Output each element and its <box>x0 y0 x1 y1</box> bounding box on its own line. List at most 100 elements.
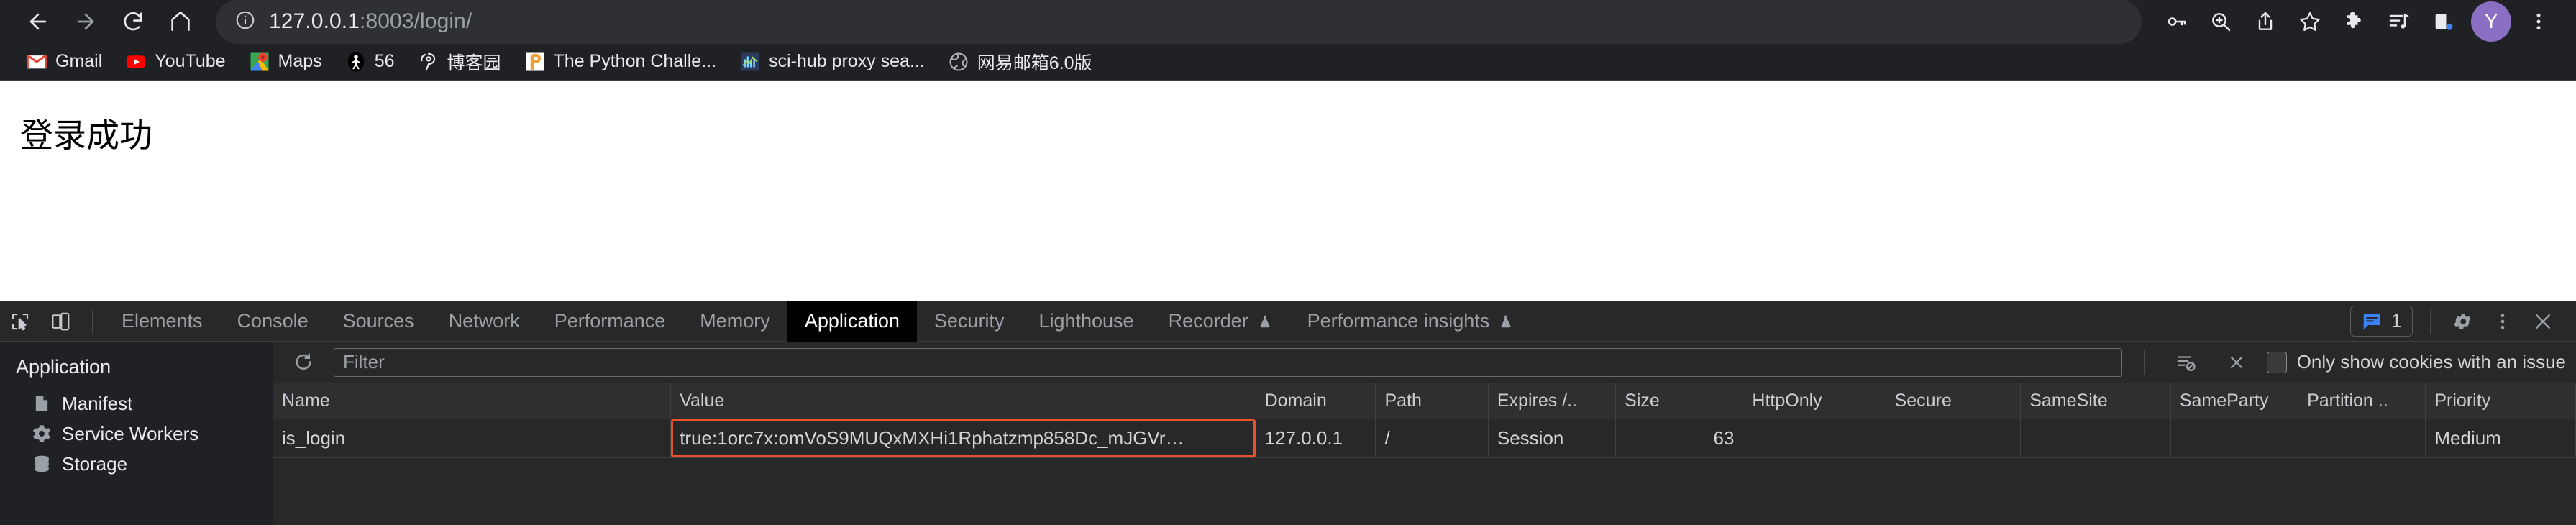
cookies-pane: Only show cookies with an issue Name Val… <box>273 342 2576 525</box>
application-sidebar: Application Manifest Service Workers Sto… <box>0 342 273 525</box>
tab-network[interactable]: Network <box>431 301 537 342</box>
cell-domain[interactable]: 127.0.0.1 <box>1256 419 1376 458</box>
bookmark-label: 网易邮箱6.0版 <box>977 52 1092 73</box>
tab-lighthouse[interactable]: Lighthouse <box>1021 301 1151 342</box>
column-header-secure[interactable]: Secure <box>1886 383 2022 419</box>
password-key-icon[interactable] <box>2155 0 2198 43</box>
cell-size[interactable]: 63 <box>1615 419 1744 458</box>
tab-security[interactable]: Security <box>917 301 1022 342</box>
issues-badge[interactable]: 1 <box>2349 306 2413 337</box>
tab-sources[interactable]: Sources <box>326 301 431 342</box>
column-header-samesite[interactable]: SameSite <box>2020 383 2171 419</box>
column-header-priority[interactable]: Priority <box>2425 383 2576 419</box>
cell-path[interactable]: / <box>1375 419 1489 458</box>
url-path: :8003/login/ <box>360 9 472 33</box>
clear-filtered-cookies-icon[interactable] <box>2166 342 2206 383</box>
cell-value[interactable]: true:1orc7x:omVoS9MUQxMXHi1Rphatzmp858Dc… <box>670 419 1256 458</box>
home-icon[interactable] <box>158 0 203 44</box>
table-header-row: Name Value Domain Path Expires /.. Size … <box>273 383 2576 419</box>
bookmarks-bar: Gmail YouTube Maps 56 博客园 The Python Cha… <box>0 43 2576 81</box>
bookmark-label: YouTube <box>155 51 226 71</box>
cell-name[interactable]: is_login <box>273 419 672 458</box>
bookmark-label: 56 <box>374 51 395 71</box>
netease-mail-icon <box>949 52 968 70</box>
tab-label: Network <box>448 310 520 332</box>
divider <box>92 309 93 334</box>
refresh-icon[interactable] <box>283 342 324 383</box>
inspect-element-icon[interactable] <box>0 301 40 342</box>
bookmark-scihub[interactable]: sci-hub proxy sea... <box>729 46 935 78</box>
tab-memory[interactable]: Memory <box>682 301 787 342</box>
avatar[interactable]: Y <box>2471 1 2511 42</box>
cell-secure[interactable] <box>1886 419 2022 458</box>
cell-samesite[interactable] <box>2020 419 2171 458</box>
address-bar[interactable]: 127.0.0.1:8003/login/ <box>216 0 2142 44</box>
devtools-tabbar: Elements Console Sources Network Perform… <box>0 301 2576 342</box>
bookmark-label: Gmail <box>55 51 103 71</box>
cookie-table-container[interactable]: Name Value Domain Path Expires /.. Size … <box>273 383 2576 525</box>
sidebar-item-service-workers[interactable]: Service Workers <box>0 419 273 449</box>
side-panel-icon[interactable] <box>2422 0 2465 43</box>
experiment-flask-icon <box>1260 315 1270 327</box>
python-challenge-icon <box>526 52 544 70</box>
cell-partition[interactable] <box>2298 419 2426 458</box>
tab-application[interactable]: Application <box>787 301 917 342</box>
devtools-panel: Elements Console Sources Network Perform… <box>0 301 2576 525</box>
cell-sameparty[interactable] <box>2170 419 2299 458</box>
column-header-domain[interactable]: Domain <box>1256 383 1376 419</box>
column-header-partition[interactable]: Partition .. <box>2298 383 2426 419</box>
extensions-puzzle-icon[interactable] <box>2333 0 2376 43</box>
page-viewport: 登录成功 <box>0 81 2576 301</box>
tab-console[interactable]: Console <box>220 301 326 342</box>
bookmark-label: The Python Challe... <box>553 51 717 71</box>
bookmark-gmail[interactable]: Gmail <box>16 46 112 78</box>
tab-label: Performance insights <box>1307 310 1490 332</box>
filter-input[interactable] <box>334 347 2122 377</box>
cell-expires[interactable]: Session <box>1488 419 1617 458</box>
url-host: 127.0.0.1 <box>269 9 360 33</box>
three-dot-menu-icon[interactable] <box>2517 0 2560 43</box>
devtools-tabbar-actions: 1 <box>2349 301 2576 342</box>
info-circle-icon[interactable] <box>234 9 256 35</box>
tab-elements[interactable]: Elements <box>104 301 220 342</box>
avatar-letter: Y <box>2484 9 2498 33</box>
checkbox-box[interactable] <box>2266 351 2287 373</box>
bookmark-cnblogs[interactable]: 博客园 <box>408 44 511 80</box>
tab-recorder[interactable]: Recorder <box>1151 301 1290 342</box>
table-row[interactable]: is_login true:1orc7x:omVoS9MUQxMXHi1Rpha… <box>273 419 2576 458</box>
reload-icon[interactable] <box>111 0 155 44</box>
tab-performance-insights[interactable]: Performance insights <box>1290 301 1532 342</box>
column-header-expires[interactable]: Expires /.. <box>1488 383 1617 419</box>
bookmark-maps[interactable]: Maps <box>239 46 332 78</box>
three-dot-menu-icon[interactable] <box>2483 301 2523 342</box>
tab-label: Sources <box>342 310 414 332</box>
column-header-httponly[interactable]: HttpOnly <box>1743 383 1886 419</box>
bookmark-star-icon[interactable] <box>2288 0 2331 43</box>
gear-icon[interactable] <box>2442 301 2483 342</box>
cell-httponly[interactable] <box>1743 419 1886 458</box>
column-header-size[interactable]: Size <box>1615 383 1744 419</box>
tab-performance[interactable]: Performance <box>537 301 683 342</box>
bookmark-python-challenge[interactable]: The Python Challe... <box>514 46 727 78</box>
sidebar-item-label: Service Workers <box>62 422 199 444</box>
bookmark-56[interactable]: 56 <box>335 46 405 78</box>
column-header-name[interactable]: Name <box>273 383 672 419</box>
gmail-icon <box>27 54 47 68</box>
zoom-search-icon[interactable] <box>2199 0 2242 43</box>
bookmark-netease-mail[interactable]: 网易邮箱6.0版 <box>938 44 1102 80</box>
sidebar-item-manifest[interactable]: Manifest <box>0 388 273 419</box>
device-toolbar-icon[interactable] <box>40 301 81 342</box>
column-header-sameparty[interactable]: SameParty <box>2170 383 2299 419</box>
bookmark-youtube[interactable]: YouTube <box>115 46 235 78</box>
delete-selected-cookie-icon[interactable] <box>2216 342 2257 383</box>
media-playlist-icon[interactable] <box>2378 0 2421 43</box>
cell-priority[interactable]: Medium <box>2425 419 2576 458</box>
share-icon[interactable] <box>2244 0 2287 43</box>
close-icon[interactable] <box>2523 301 2563 342</box>
column-header-path[interactable]: Path <box>1375 383 1489 419</box>
column-header-value[interactable]: Value <box>670 383 1256 419</box>
only-show-issues-checkbox[interactable]: Only show cookies with an issue <box>2266 351 2566 373</box>
sidebar-item-storage[interactable]: Storage <box>0 449 273 479</box>
forward-icon[interactable] <box>63 0 108 44</box>
back-icon[interactable] <box>16 0 60 44</box>
